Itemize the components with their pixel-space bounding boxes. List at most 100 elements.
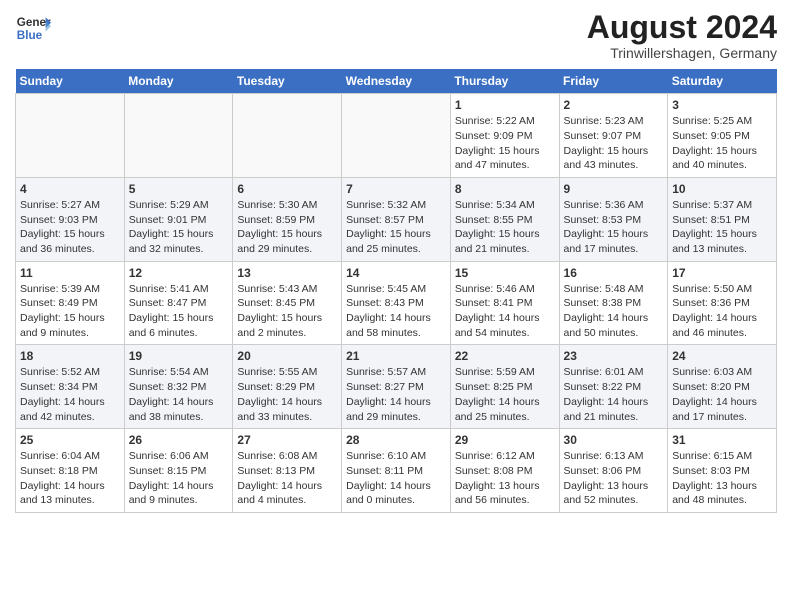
calendar-week-5: 25 Sunrise: 6:04 AMSunset: 8:18 PMDayligh… [16,429,777,513]
col-friday: Friday [559,69,668,94]
calendar-day: 10 Sunrise: 5:37 AMSunset: 8:51 PMDayligh… [668,177,777,261]
header-row: Sunday Monday Tuesday Wednesday Thursday… [16,69,777,94]
day-info: Sunrise: 5:41 AMSunset: 8:47 PMDaylight:… [129,282,229,341]
day-number: 18 [20,349,120,363]
day-number: 8 [455,182,555,196]
col-wednesday: Wednesday [342,69,451,94]
calendar-week-4: 18 Sunrise: 5:52 AMSunset: 8:34 PMDayligh… [16,345,777,429]
col-tuesday: Tuesday [233,69,342,94]
day-info: Sunrise: 5:57 AMSunset: 8:27 PMDaylight:… [346,365,446,424]
calendar-title: August 2024 [587,10,777,45]
calendar-day: 19Sunrise: 5:54 AMSunset: 8:32 PMDayligh… [124,345,233,429]
day-number: 16 [564,266,664,280]
calendar-week-1: 1Sunrise: 5:22 AMSunset: 9:09 PMDaylight… [16,94,777,178]
day-info: Sunrise: 5:25 AMSunset: 9:05 PMDaylight:… [672,114,772,173]
day-info: Sunrise: 5:23 AMSunset: 9:07 PMDaylight:… [564,114,664,173]
day-info: Sunrise: 5:50 AMSunset: 8:36 PMDaylight:… [672,282,772,341]
day-number: 6 [237,182,337,196]
calendar-day: 5Sunrise: 5:29 AMSunset: 9:01 PMDaylight… [124,177,233,261]
page-header: General Blue August 2024 Trinwillershage… [15,10,777,61]
calendar-day: 12 Sunrise: 5:41 AMSunset: 8:47 PMDayligh… [124,261,233,345]
day-info: Sunrise: 6:04 AMSunset: 8:18 PMDaylight:… [20,449,120,508]
day-info: Sunrise: 6:12 AMSunset: 8:08 PMDaylight:… [455,449,555,508]
col-saturday: Saturday [668,69,777,94]
calendar-day: 9 Sunrise: 5:36 AMSunset: 8:53 PMDaylight… [559,177,668,261]
day-info: Sunrise: 6:13 AMSunset: 8:06 PMDaylight:… [564,449,664,508]
day-number: 27 [237,433,337,447]
day-info: Sunrise: 5:39 AMSunset: 8:49 PMDaylight:… [20,282,120,341]
day-number: 24 [672,349,772,363]
day-info: Sunrise: 5:30 AMSunset: 8:59 PMDaylight:… [237,198,337,257]
calendar-week-3: 11 Sunrise: 5:39 AMSunset: 8:49 PMDayligh… [16,261,777,345]
logo-icon: General Blue [15,10,51,46]
calendar-day [233,94,342,178]
day-number: 26 [129,433,229,447]
col-sunday: Sunday [16,69,125,94]
day-number: 12 [129,266,229,280]
day-number: 3 [672,98,772,112]
day-number: 14 [346,266,446,280]
day-info: Sunrise: 5:43 AMSunset: 8:45 PMDaylight:… [237,282,337,341]
calendar-day: 7Sunrise: 5:32 AMSunset: 8:57 PMDaylight… [342,177,451,261]
day-info: Sunrise: 5:22 AMSunset: 9:09 PMDaylight:… [455,114,555,173]
calendar-day: 21 Sunrise: 5:57 AMSunset: 8:27 PMDayligh… [342,345,451,429]
day-info: Sunrise: 5:27 AMSunset: 9:03 PMDaylight:… [20,198,120,257]
day-info: Sunrise: 6:01 AMSunset: 8:22 PMDaylight:… [564,365,664,424]
day-info: Sunrise: 5:48 AMSunset: 8:38 PMDaylight:… [564,282,664,341]
calendar-day [124,94,233,178]
calendar-table: Sunday Monday Tuesday Wednesday Thursday… [15,69,777,513]
calendar-day: 17 Sunrise: 5:50 AMSunset: 8:36 PMDayligh… [668,261,777,345]
calendar-subtitle: Trinwillershagen, Germany [587,45,777,61]
day-info: Sunrise: 5:46 AMSunset: 8:41 PMDaylight:… [455,282,555,341]
calendar-day: 16 Sunrise: 5:48 AMSunset: 8:38 PMDayligh… [559,261,668,345]
day-number: 28 [346,433,446,447]
day-info: Sunrise: 5:37 AMSunset: 8:51 PMDaylight:… [672,198,772,257]
day-info: Sunrise: 5:32 AMSunset: 8:57 PMDaylight:… [346,198,446,257]
calendar-day: 1Sunrise: 5:22 AMSunset: 9:09 PMDaylight… [450,94,559,178]
day-info: Sunrise: 6:06 AMSunset: 8:15 PMDaylight:… [129,449,229,508]
day-info: Sunrise: 5:55 AMSunset: 8:29 PMDaylight:… [237,365,337,424]
calendar-day: 24 Sunrise: 6:03 AMSunset: 8:20 PMDayligh… [668,345,777,429]
calendar-day: 31 Sunrise: 6:15 AMSunset: 8:03 PMDayligh… [668,429,777,513]
day-info: Sunrise: 6:15 AMSunset: 8:03 PMDaylight:… [672,449,772,508]
calendar-day: 13Sunrise: 5:43 AMSunset: 8:45 PMDayligh… [233,261,342,345]
calendar-day: 8 Sunrise: 5:34 AMSunset: 8:55 PMDaylight… [450,177,559,261]
day-number: 21 [346,349,446,363]
day-info: Sunrise: 5:36 AMSunset: 8:53 PMDaylight:… [564,198,664,257]
day-number: 15 [455,266,555,280]
title-block: August 2024 Trinwillershagen, Germany [587,10,777,61]
day-number: 5 [129,182,229,196]
calendar-day: 14Sunrise: 5:45 AMSunset: 8:43 PMDayligh… [342,261,451,345]
day-number: 25 [20,433,120,447]
calendar-day: 11 Sunrise: 5:39 AMSunset: 8:49 PMDayligh… [16,261,125,345]
calendar-day: 29 Sunrise: 6:12 AMSunset: 8:08 PMDayligh… [450,429,559,513]
day-number: 17 [672,266,772,280]
calendar-day: 28Sunrise: 6:10 AMSunset: 8:11 PMDayligh… [342,429,451,513]
calendar-day: 2Sunrise: 5:23 AMSunset: 9:07 PMDaylight… [559,94,668,178]
day-number: 29 [455,433,555,447]
calendar-day: 30Sunrise: 6:13 AMSunset: 8:06 PMDayligh… [559,429,668,513]
col-monday: Monday [124,69,233,94]
calendar-day: 15 Sunrise: 5:46 AMSunset: 8:41 PMDayligh… [450,261,559,345]
svg-text:Blue: Blue [17,29,43,42]
calendar-day: 23 Sunrise: 6:01 AMSunset: 8:22 PMDayligh… [559,345,668,429]
calendar-day: 25 Sunrise: 6:04 AMSunset: 8:18 PMDayligh… [16,429,125,513]
day-info: Sunrise: 6:03 AMSunset: 8:20 PMDaylight:… [672,365,772,424]
day-number: 31 [672,433,772,447]
day-number: 11 [20,266,120,280]
calendar-week-2: 4 Sunrise: 5:27 AMSunset: 9:03 PMDaylight… [16,177,777,261]
day-number: 20 [237,349,337,363]
day-info: Sunrise: 5:34 AMSunset: 8:55 PMDaylight:… [455,198,555,257]
day-number: 4 [20,182,120,196]
day-number: 9 [564,182,664,196]
calendar-day: 18 Sunrise: 5:52 AMSunset: 8:34 PMDayligh… [16,345,125,429]
calendar-day: 22Sunrise: 5:59 AMSunset: 8:25 PMDayligh… [450,345,559,429]
calendar-day: 6 Sunrise: 5:30 AMSunset: 8:59 PMDaylight… [233,177,342,261]
calendar-day [342,94,451,178]
calendar-day: 27Sunrise: 6:08 AMSunset: 8:13 PMDayligh… [233,429,342,513]
day-number: 23 [564,349,664,363]
calendar-day [16,94,125,178]
day-info: Sunrise: 5:54 AMSunset: 8:32 PMDaylight:… [129,365,229,424]
day-number: 10 [672,182,772,196]
day-info: Sunrise: 5:52 AMSunset: 8:34 PMDaylight:… [20,365,120,424]
